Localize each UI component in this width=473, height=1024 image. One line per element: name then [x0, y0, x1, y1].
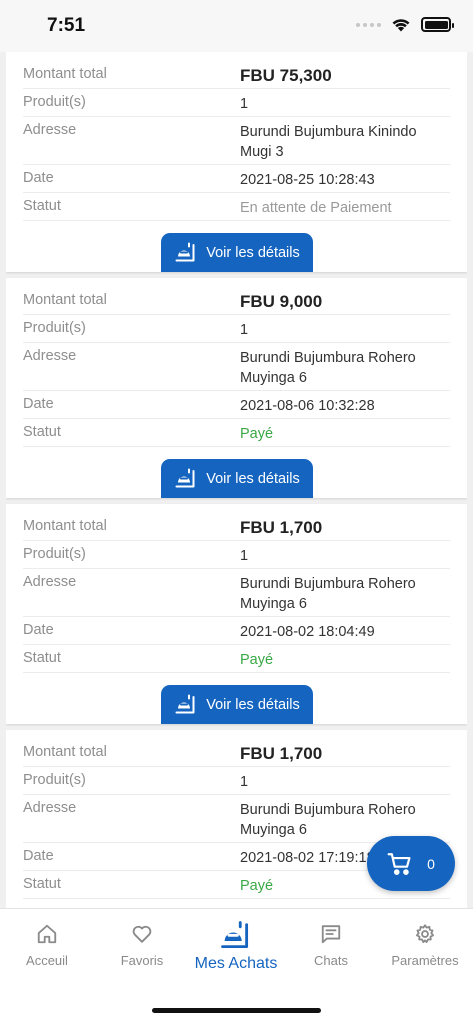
heart-icon [132, 925, 152, 943]
amount-label: Montant total [23, 292, 107, 308]
tab-home[interactable]: Acceuil [0, 923, 94, 968]
status-label: Statut [23, 876, 61, 892]
amount-row: Montant total FBU 1,700 [23, 513, 450, 541]
amount-value: FBU 1,700 [240, 744, 323, 763]
view-details-button[interactable]: Voir les détails [161, 459, 313, 498]
address-row: Adresse Burundi Bujumbura Rohero Muyinga … [23, 569, 450, 617]
amount-value: FBU 9,000 [240, 292, 323, 311]
view-details-label: Voir les détails [206, 244, 300, 261]
products-value: 1 [240, 322, 249, 338]
status-row: Statut Payé [23, 419, 450, 447]
date-value: 2021-08-25 10:28:43 [240, 172, 375, 188]
date-label: Date [23, 396, 54, 412]
orders-icon [175, 694, 195, 713]
view-details-button[interactable]: Voir les détails [161, 685, 313, 724]
date-row: Date 2021-08-02 18:04:49 [23, 617, 450, 645]
order-card: Montant total FBU 9,000 Produit(s) 1 Adres… [6, 278, 467, 498]
status-bar: 7:51 [0, 0, 473, 52]
bottom-tab-bar: Acceuil Favoris Mes Achats Chats Paramèt… [0, 908, 473, 1024]
date-value: 2021-08-06 10:32:28 [240, 398, 375, 414]
status-value: En attente de Paiement [240, 200, 392, 216]
order-card: Montant total FBU 75,300 Produit(s) 1 Adre… [6, 52, 467, 272]
amount-value: FBU 75,300 [240, 66, 332, 85]
date-row: Date 2021-08-06 10:32:28 [23, 391, 450, 419]
products-value: 1 [240, 96, 249, 112]
amount-row: Montant total FBU 9,000 [23, 287, 450, 315]
amount-row: Montant total FBU 1,700 [23, 739, 450, 767]
battery-icon [421, 17, 454, 32]
gear-icon [416, 924, 434, 943]
address-value: Burundi Bujumbura Rohero Muyinga 6 [240, 350, 416, 386]
view-details-label: Voir les détails [206, 470, 300, 487]
tab-home-label: Acceuil [26, 953, 68, 968]
amount-row: Montant total FBU 75,300 [23, 61, 450, 89]
products-row: Produit(s) 1 [23, 767, 450, 795]
address-label: Adresse [23, 574, 77, 590]
address-label: Adresse [23, 122, 77, 138]
tab-favorites[interactable]: Favoris [95, 923, 189, 968]
chat-icon [321, 925, 341, 944]
date-label: Date [23, 622, 54, 638]
tab-my-purchases[interactable]: Mes Achats [189, 919, 283, 973]
address-label: Adresse [23, 800, 77, 816]
products-row: Produit(s) 1 [23, 89, 450, 117]
view-details-button[interactable]: Voir les détails [161, 233, 313, 272]
address-label: Adresse [23, 348, 77, 364]
products-label: Produit(s) [23, 94, 86, 110]
products-label: Produit(s) [23, 772, 86, 788]
date-label: Date [23, 170, 54, 186]
address-value: Burundi Bujumbura Rohero Muyinga 6 [240, 802, 416, 838]
status-row: Statut Payé [23, 645, 450, 673]
cart-count: 0 [427, 855, 435, 872]
amount-label: Montant total [23, 518, 107, 534]
products-value: 1 [240, 548, 249, 564]
cart-icon [387, 852, 411, 875]
address-row: Adresse Burundi Bujumbura Kinindo Mugi 3 [23, 117, 450, 165]
status-row: Statut En attente de Paiement [23, 193, 450, 221]
address-value: Burundi Bujumbura Rohero Muyinga 6 [240, 576, 416, 612]
cart-button[interactable]: 0 [367, 836, 455, 891]
orders-icon [175, 242, 195, 261]
amount-value: FBU 1,700 [240, 518, 323, 537]
status-value: Payé [240, 652, 274, 668]
status-time: 7:51 [47, 15, 86, 36]
tab-my-purchases-label: Mes Achats [194, 955, 278, 972]
signal-icon [356, 22, 381, 27]
date-label: Date [23, 848, 54, 864]
tab-settings[interactable]: Paramètres [378, 923, 472, 968]
products-label: Produit(s) [23, 320, 86, 336]
view-details-label: Voir les détails [206, 696, 300, 713]
date-row: Date 2021-08-25 10:28:43 [23, 165, 450, 193]
status-value: Payé [240, 426, 274, 442]
products-label: Produit(s) [23, 546, 86, 562]
tab-chats-label: Chats [314, 953, 348, 968]
address-row: Adresse Burundi Bujumbura Rohero Muyinga … [23, 343, 450, 391]
amount-label: Montant total [23, 744, 107, 760]
home-icon [37, 924, 57, 944]
order-card: Montant total FBU 1,700 Produit(s) 1 Adres… [6, 504, 467, 724]
date-value: 2021-08-02 18:04:49 [240, 624, 375, 640]
home-indicator [152, 1008, 321, 1013]
amount-label: Montant total [23, 66, 107, 82]
wifi-icon [392, 19, 410, 32]
tab-settings-label: Paramètres [391, 953, 459, 968]
status-label: Statut [23, 650, 61, 666]
status-label: Statut [23, 198, 61, 214]
tab-chats[interactable]: Chats [284, 923, 378, 968]
orders-list[interactable]: Montant total FBU 75,300 Produit(s) 1 Adre… [6, 52, 467, 908]
tab-favorites-label: Favoris [120, 953, 164, 968]
status-label: Statut [23, 424, 61, 440]
products-value: 1 [240, 774, 249, 790]
products-row: Produit(s) 1 [23, 315, 450, 343]
status-icons [356, 17, 454, 32]
address-value: Burundi Bujumbura Kinindo Mugi 3 [240, 124, 417, 160]
products-row: Produit(s) 1 [23, 541, 450, 569]
orders-icon [221, 921, 249, 949]
orders-icon [175, 468, 195, 487]
address-row: Adresse Burundi Bujumbura Rohero Muyinga … [23, 795, 450, 843]
